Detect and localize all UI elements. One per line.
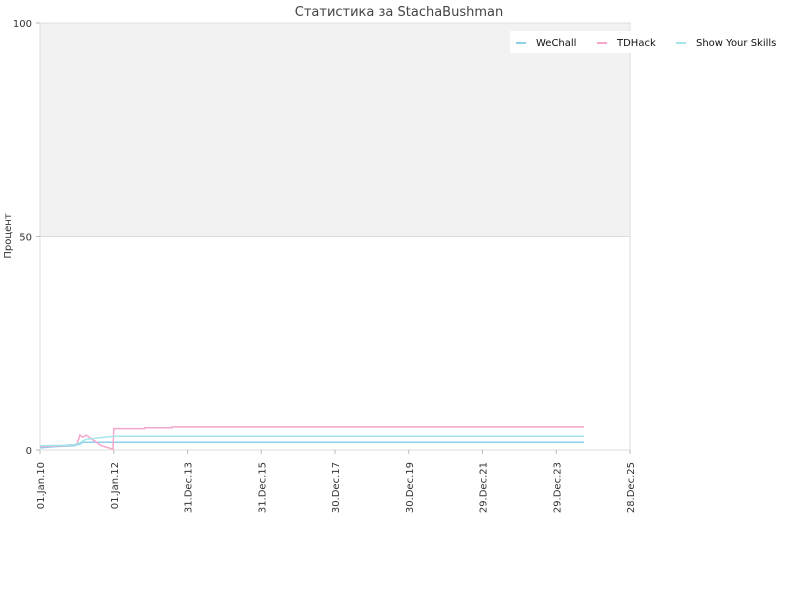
- x-tick-label: 30.Dec.19: [405, 462, 416, 513]
- x-tick-label: 01.Jan.10: [36, 462, 47, 509]
- x-tick-label: 29.Dec.21: [479, 462, 490, 513]
- x-tick-label: 31.Dec.13: [184, 462, 195, 513]
- shaded-band: [40, 23, 630, 237]
- series-line-wechall: [39, 441, 585, 449]
- y-axis-label: Процент: [3, 213, 14, 258]
- y-axis-ticks: 0 50 100: [13, 19, 40, 457]
- x-tick-label: 29.Dec.23: [552, 462, 563, 513]
- x-tick-label: 28.Dec.25: [626, 462, 637, 513]
- legend: WeChall TDHack Show Your Skills: [510, 31, 798, 53]
- y-tick-label: 0: [26, 446, 32, 457]
- series-line-tdhack: [39, 426, 585, 451]
- y-tick-label: 50: [19, 233, 32, 244]
- line-chart: Статистика за StachaBushman 0 50 100 01.Ja…: [3, 5, 798, 513]
- series-group: [39, 426, 585, 451]
- chart-title: Статистика за StachaBushman: [295, 5, 503, 20]
- x-tick-label: 30.Dec.17: [331, 462, 342, 513]
- legend-entry: TDHack: [616, 38, 656, 49]
- x-axis-ticks: 01.Jan.10 01.Jan.12 31.Dec.13 31.Dec.15 30.D…: [36, 450, 637, 513]
- y-tick-label: 100: [13, 19, 32, 30]
- legend-entry: Show Your Skills: [696, 38, 776, 49]
- legend-entry: WeChall: [536, 38, 576, 49]
- x-tick-label: 31.Dec.15: [257, 462, 268, 513]
- series-line-show-your-skills: [39, 435, 585, 447]
- x-tick-label: 01.Jan.12: [110, 462, 121, 509]
